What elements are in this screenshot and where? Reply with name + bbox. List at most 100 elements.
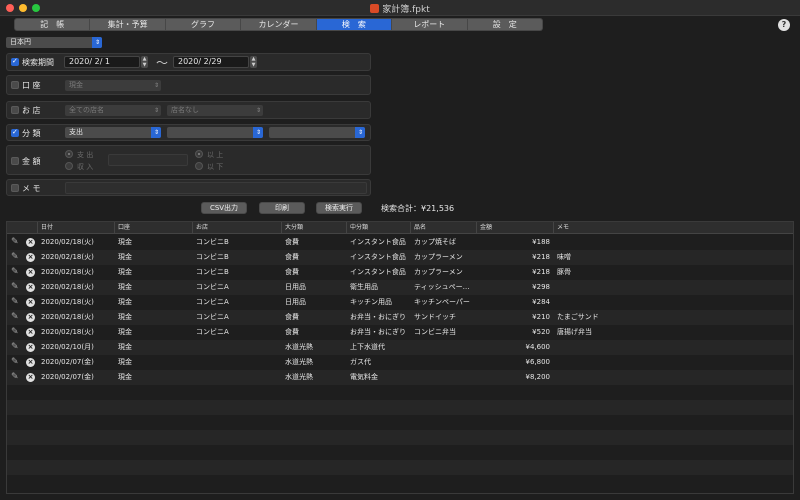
csv-export-button[interactable]: CSV出力: [201, 202, 247, 214]
tab-summary-budget[interactable]: 集計・予算: [90, 18, 166, 31]
delete-x-icon[interactable]: ×: [26, 268, 35, 277]
category-minor-select[interactable]: ⇕: [167, 127, 263, 138]
column-header-amount[interactable]: 金額: [476, 222, 553, 234]
table-row[interactable]: ✎ × 2020/02/07(金) 現金 水道光熱 ガス代 ¥6,800: [7, 355, 793, 370]
tab-calendar[interactable]: カレンダー: [241, 18, 317, 31]
dropdown-arrow-icon: ⇕: [255, 107, 261, 114]
column-header-date[interactable]: 日付: [37, 222, 114, 234]
run-search-button[interactable]: 検索実行: [316, 202, 362, 214]
amount-above-radio[interactable]: [195, 150, 203, 158]
edit-pencil-icon[interactable]: ✎: [11, 373, 20, 382]
edit-pencil-icon[interactable]: ✎: [11, 253, 20, 262]
delete-x-icon[interactable]: ×: [26, 283, 35, 292]
period-end-stepper-icon[interactable]: ▲ ▼: [250, 56, 257, 68]
account-select-value: 現金: [69, 81, 83, 89]
column-header-memo[interactable]: メモ: [553, 222, 793, 234]
dropdown-arrow-icon: ⇕: [94, 39, 100, 46]
table-row[interactable]: ✎ × 2020/02/10(月) 現金 水道光熱 上下水道代 ¥4,600: [7, 340, 793, 355]
edit-pencil-icon[interactable]: ✎: [11, 313, 20, 322]
edit-pencil-icon[interactable]: ✎: [11, 358, 20, 367]
delete-x-icon[interactable]: ×: [26, 373, 35, 382]
cell-item: [414, 355, 476, 370]
help-icon[interactable]: ?: [778, 19, 790, 31]
tab-settings[interactable]: 設 定: [467, 18, 543, 31]
amount-income-label: 収 入: [77, 163, 94, 171]
delete-x-icon[interactable]: ×: [26, 238, 35, 247]
table-row[interactable]: ✎ × 2020/02/18(火) 現金 コンビニB 食費 インスタント食品 カップラーメン ¥…: [7, 265, 793, 280]
cell-minor: お弁当・おにぎり: [350, 313, 406, 321]
edit-pencil-icon[interactable]: ✎: [11, 343, 20, 352]
table-row[interactable]: ✎ × 2020/02/18(火) 現金 コンビニA 食費 お弁当・おにぎり コンビニ弁当 ¥5…: [7, 325, 793, 340]
column-header-shop[interactable]: お店: [192, 222, 281, 234]
cell-shop: コンビニA: [196, 313, 229, 321]
cell-major: 食費: [285, 238, 299, 246]
delete-x-icon[interactable]: ×: [26, 328, 35, 337]
amount-value-field[interactable]: [108, 154, 188, 166]
print-button[interactable]: 印刷: [259, 202, 305, 214]
table-row[interactable]: ✎ × 2020/02/07(金) 現金 水道光熱 電気料金 ¥8,200: [7, 370, 793, 385]
cell-major: 食費: [285, 328, 299, 336]
cell-date: 2020/02/18(火): [41, 328, 94, 336]
delete-x-icon[interactable]: ×: [26, 313, 35, 322]
table-row[interactable]: ✎ × 2020/02/18(火) 現金 コンビニA 日用品 衛生用品 ティッシュペー… ¥29…: [7, 280, 793, 295]
shop-select-primary[interactable]: 全ての店名 ⇕: [65, 105, 161, 116]
edit-pencil-icon[interactable]: ✎: [11, 328, 20, 337]
cell-shop: コンビニB: [196, 238, 229, 246]
memo-checkbox[interactable]: [11, 184, 19, 192]
table-row: [7, 385, 793, 400]
shop-select-secondary[interactable]: 店名なし ⇕: [167, 105, 263, 116]
cell-amount: ¥218: [532, 268, 550, 276]
edit-pencil-icon[interactable]: ✎: [11, 298, 20, 307]
table-row[interactable]: ✎ × 2020/02/18(火) 現金 コンビニA 食費 お弁当・おにぎり サンドイッチ ¥2…: [7, 310, 793, 325]
amount-checkbox[interactable]: [11, 157, 19, 165]
period-end-field[interactable]: 2020/ 2/29: [173, 56, 249, 68]
window-title: 家計簿.fpkt: [0, 2, 800, 15]
column-header-minor[interactable]: 中分類: [346, 222, 410, 234]
memo-field[interactable]: [65, 182, 367, 194]
cell-amount: ¥8,200: [525, 373, 551, 381]
cell-item: カップ焼そば: [414, 238, 456, 246]
cell-memo: 唐揚げ弁当: [557, 328, 592, 336]
cell-account: 現金: [118, 373, 132, 381]
table-body: ✎ × 2020/02/18(火) 現金 コンビニB 食費 インスタント食品 カップ焼そば ¥1…: [7, 235, 793, 490]
category-checkbox[interactable]: [11, 128, 19, 137]
edit-pencil-icon[interactable]: ✎: [11, 238, 20, 247]
cell-account: 現金: [118, 283, 132, 291]
table-row[interactable]: ✎ × 2020/02/18(火) 現金 コンビニB 食費 インスタント食品 カップラーメン ¥…: [7, 250, 793, 265]
category-major-select[interactable]: 支出 ⇕: [65, 127, 161, 138]
table-row[interactable]: ✎ × 2020/02/18(火) 現金 コンビニA 日用品 キッチン用品 キッチンペーパー ¥…: [7, 295, 793, 310]
category-item-select[interactable]: ⇕: [269, 127, 365, 138]
period-checkbox[interactable]: [11, 57, 19, 66]
period-start-stepper-icon[interactable]: ▲ ▼: [141, 56, 148, 68]
edit-pencil-icon[interactable]: ✎: [11, 268, 20, 277]
period-separator: 〜: [156, 56, 169, 70]
delete-x-icon[interactable]: ×: [26, 253, 35, 262]
table-row[interactable]: ✎ × 2020/02/18(火) 現金 コンビニB 食費 インスタント食品 カップ焼そば ¥1…: [7, 235, 793, 250]
amount-expense-radio[interactable]: [65, 150, 73, 158]
period-start-field[interactable]: 2020/ 2/ 1: [64, 56, 140, 68]
account-checkbox[interactable]: [11, 81, 19, 89]
cell-major: 日用品: [285, 283, 306, 291]
tab-search[interactable]: 検 索: [316, 18, 393, 31]
edit-pencil-icon[interactable]: ✎: [11, 283, 20, 292]
account-select[interactable]: 現金 ⇕: [65, 80, 161, 91]
cell-account: 現金: [118, 268, 132, 276]
cell-shop: [196, 370, 281, 385]
cell-item: カップラーメン: [414, 268, 463, 276]
amount-income-radio[interactable]: [65, 162, 73, 170]
amount-expense-label: 支 出: [77, 151, 94, 159]
amount-below-radio[interactable]: [195, 162, 203, 170]
shop-checkbox[interactable]: [11, 106, 19, 114]
tab-entry[interactable]: 記 帳: [14, 18, 91, 31]
delete-x-icon[interactable]: ×: [26, 298, 35, 307]
tab-graph[interactable]: グラフ: [165, 18, 242, 31]
cell-date: 2020/02/18(火): [41, 298, 94, 306]
cell-shop: [196, 355, 281, 370]
currency-select[interactable]: 日本円 ⇕: [6, 37, 102, 48]
tab-report[interactable]: レポート: [392, 18, 468, 31]
column-header-account[interactable]: 口座: [114, 222, 192, 234]
delete-x-icon[interactable]: ×: [26, 343, 35, 352]
column-header-major[interactable]: 大分類: [281, 222, 346, 234]
delete-x-icon[interactable]: ×: [26, 358, 35, 367]
column-header-item[interactable]: 品名: [410, 222, 476, 234]
